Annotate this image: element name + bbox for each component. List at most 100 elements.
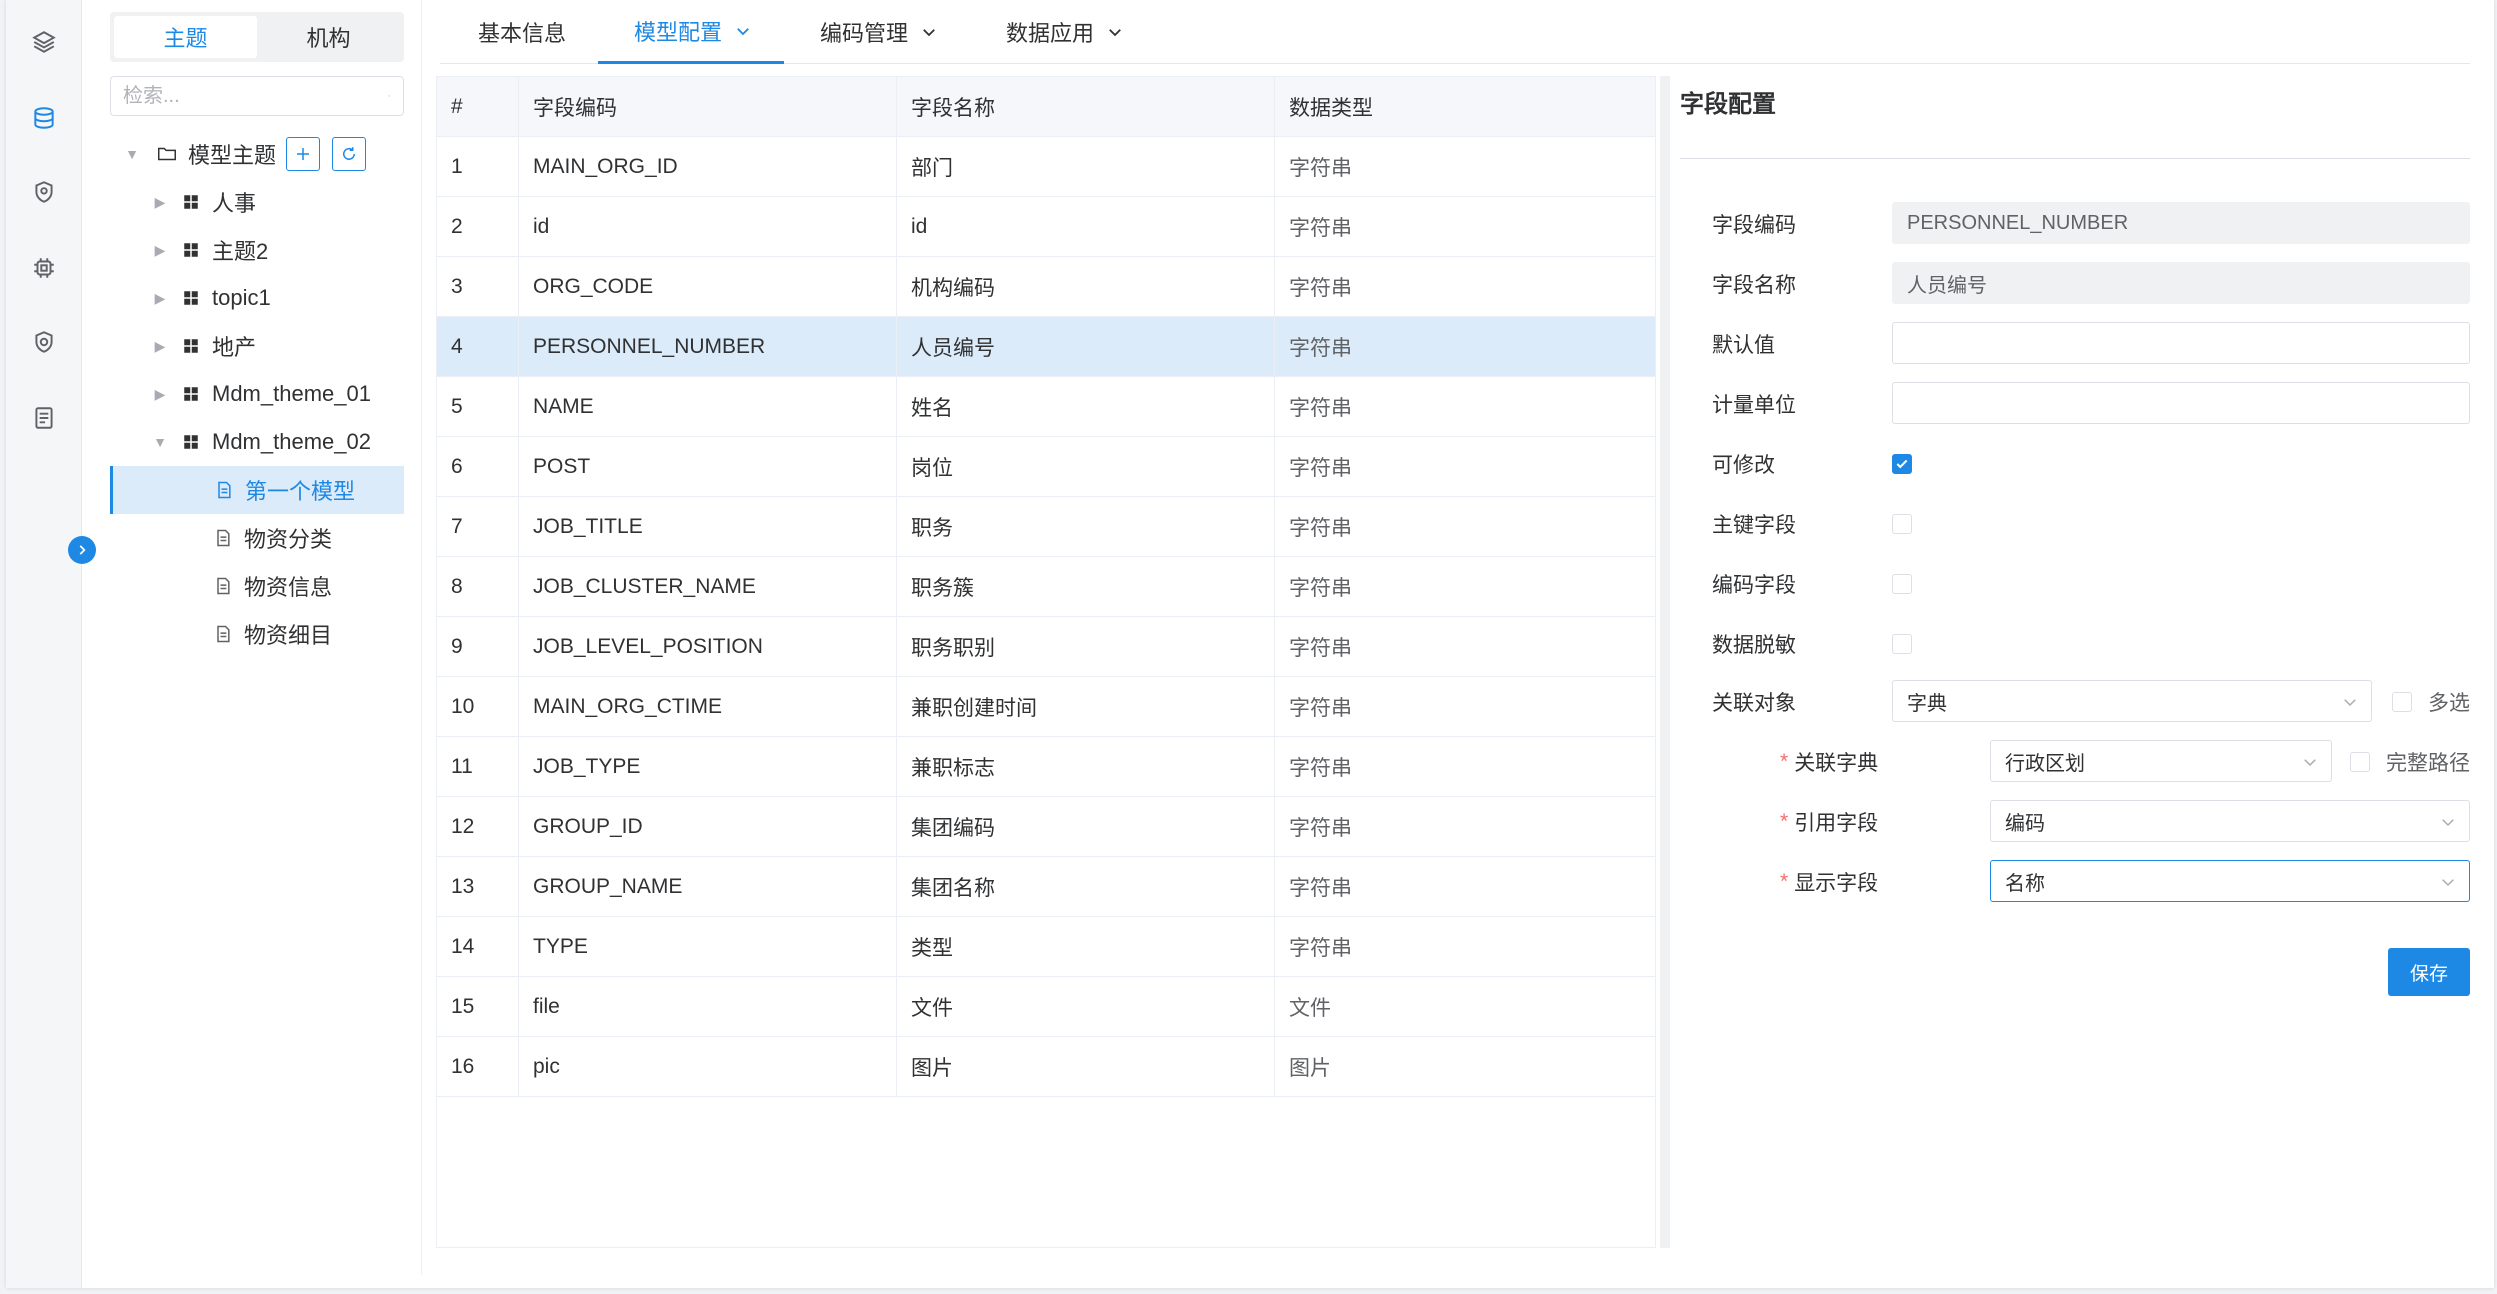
caret-down-icon[interactable]: ▼: [148, 430, 172, 454]
header-data-type[interactable]: 数据类型: [1275, 77, 1655, 136]
tree-model-label: 第一个模型: [245, 479, 356, 504]
table-row[interactable]: 9 JOB_LEVEL_POSITION 职务职别 字符串: [437, 617, 1655, 677]
row-mask: 数据脱敏: [1680, 622, 2470, 666]
table-row[interactable]: 13 GROUP_NAME 集团名称 字符串: [437, 857, 1655, 917]
table-row[interactable]: 2 id id 字符串: [437, 197, 1655, 257]
tree-search-input[interactable]: [123, 84, 388, 108]
tab-model-config[interactable]: 模型配置: [598, 0, 784, 64]
tree-model[interactable]: 物资细目: [110, 610, 404, 658]
shield-location-icon[interactable]: [28, 176, 60, 208]
caret-down-icon[interactable]: ▼: [120, 142, 144, 166]
cell-field-code: GROUP_ID: [519, 797, 897, 856]
save-button[interactable]: 保存: [2388, 948, 2470, 996]
cell-index: 15: [437, 977, 519, 1036]
cell-data-type: 字符串: [1289, 456, 1352, 480]
table-row[interactable]: 10 MAIN_ORG_CTIME 兼职创建时间 字符串: [437, 677, 1655, 737]
editable-checkbox[interactable]: [1892, 454, 1912, 474]
header-field-code[interactable]: 字段编码: [519, 77, 897, 136]
table-header: # 字段编码 字段名称 数据类型: [437, 77, 1655, 137]
cell-field-code: file: [519, 977, 897, 1036]
tab-basic-info[interactable]: 基本信息: [478, 0, 588, 64]
check-icon: [1896, 459, 1908, 469]
table-row[interactable]: 6 POST 岗位 字符串: [437, 437, 1655, 497]
tree-model-label: 物资细目: [244, 623, 333, 648]
caret-right-icon[interactable]: ▶: [148, 334, 172, 358]
field-code-input[interactable]: PERSONNEL_NUMBER: [1892, 202, 2470, 244]
table-row[interactable]: 11 JOB_TYPE 兼职标志 字符串: [437, 737, 1655, 797]
default-value-input[interactable]: [1892, 322, 2470, 364]
caret-right-icon[interactable]: ▶: [148, 382, 172, 406]
segment-theme[interactable]: 主题: [114, 16, 257, 58]
tree-node[interactable]: ▶ Mdm_theme_01: [110, 370, 404, 418]
required-mark: *: [1780, 810, 1789, 833]
shield-check-icon[interactable]: [28, 326, 60, 358]
display-field-select[interactable]: 名称: [1990, 860, 2470, 902]
label-dict: * 关联字典: [1780, 740, 1878, 784]
tree-model[interactable]: 物资分类: [110, 514, 404, 562]
caret-right-icon[interactable]: ▶: [148, 190, 172, 214]
tree-panel: 主题 机构 ▼ 模型主题 ▶ 人事 ▶: [82, 0, 422, 1275]
document-icon: [210, 525, 236, 551]
tree-model[interactable]: 物资信息: [110, 562, 404, 610]
grid-icon: [178, 381, 204, 407]
tree-node[interactable]: ▶ 人事: [110, 178, 404, 226]
row-field-code: 字段编码 PERSONNEL_NUMBER: [1680, 202, 2470, 246]
table-row-selected[interactable]: 4 PERSONNEL_NUMBER 人员编号 字符串: [437, 317, 1655, 377]
database-icon[interactable]: [28, 102, 60, 134]
tree-node[interactable]: ▶ topic1: [110, 274, 404, 322]
tree-node[interactable]: ▶ 地产: [110, 322, 404, 370]
cell-field-code: JOB_LEVEL_POSITION: [519, 617, 897, 676]
chip-icon[interactable]: [28, 252, 60, 284]
add-node-button[interactable]: [286, 137, 321, 171]
cell-field-name: 集团名称: [897, 857, 1275, 916]
unit-input[interactable]: [1892, 382, 2470, 424]
dict-select[interactable]: 行政区划: [1990, 740, 2332, 782]
table-row[interactable]: 3 ORG_CODE 机构编码 字符串: [437, 257, 1655, 317]
chevron-down-icon: [923, 29, 935, 37]
field-name-input[interactable]: 人员编号: [1892, 262, 2470, 304]
primary-key-checkbox[interactable]: [1892, 514, 1912, 534]
cell-data-type: 字符串: [1289, 576, 1352, 600]
table-row[interactable]: 16 pic 图片 图片: [437, 1037, 1655, 1097]
code-field-checkbox[interactable]: [1892, 574, 1912, 594]
cell-data-type: 字符串: [1289, 516, 1352, 540]
table-row[interactable]: 8 JOB_CLUSTER_NAME 职务簇 字符串: [437, 557, 1655, 617]
tree-node[interactable]: ▶ 主题2: [110, 226, 404, 274]
caret-right-icon[interactable]: ▶: [148, 238, 172, 262]
layers-icon[interactable]: [28, 26, 60, 58]
tree-root[interactable]: ▼ 模型主题: [110, 130, 404, 178]
table-row[interactable]: 15 file 文件 文件: [437, 977, 1655, 1037]
label-primary-key: 主键字段: [1712, 514, 1796, 537]
relation-select[interactable]: 字典: [1892, 680, 2372, 722]
app-window: 主题 机构 ▼ 模型主题 ▶ 人事 ▶: [6, 0, 2494, 1288]
label-code-field: 编码字段: [1712, 574, 1796, 597]
cell-field-name: 人员编号: [897, 317, 1275, 376]
table-row[interactable]: 7 JOB_TITLE 职务 字符串: [437, 497, 1655, 557]
ref-field-select[interactable]: 编码: [1990, 800, 2470, 842]
caret-right-icon[interactable]: ▶: [148, 286, 172, 310]
label-ref-field: * 引用字段: [1780, 800, 1878, 844]
segment-org[interactable]: 机构: [257, 16, 400, 58]
label-default: 默认值: [1712, 334, 1775, 357]
cell-index: 12: [437, 797, 519, 856]
tab-data-app[interactable]: 数据应用: [1006, 0, 1156, 64]
document-list-icon[interactable]: [28, 402, 60, 434]
full-path-checkbox[interactable]: [2350, 752, 2370, 772]
header-field-name[interactable]: 字段名称: [897, 77, 1275, 136]
expand-rail-button[interactable]: [68, 536, 96, 564]
table-row[interactable]: 5 NAME 姓名 字符串: [437, 377, 1655, 437]
tab-code-manage[interactable]: 编码管理: [820, 0, 970, 64]
table-row[interactable]: 1 MAIN_ORG_ID 部门 字符串: [437, 137, 1655, 197]
mask-checkbox[interactable]: [1892, 634, 1912, 654]
panel-splitter[interactable]: [1660, 76, 1670, 1248]
tree-node[interactable]: ▼ Mdm_theme_02: [110, 418, 404, 466]
tree-model-selected[interactable]: 第一个模型: [110, 466, 404, 514]
grid-icon: [178, 237, 204, 263]
table-row[interactable]: 12 GROUP_ID 集团编码 字符串: [437, 797, 1655, 857]
multi-select-checkbox[interactable]: [2392, 692, 2412, 712]
chevron-right-icon: [79, 545, 86, 555]
refresh-tree-button[interactable]: [332, 137, 367, 171]
cell-field-code: JOB_CLUSTER_NAME: [519, 557, 897, 616]
table-row[interactable]: 14 TYPE 类型 字符串: [437, 917, 1655, 977]
cell-field-name: 机构编码: [897, 257, 1275, 316]
